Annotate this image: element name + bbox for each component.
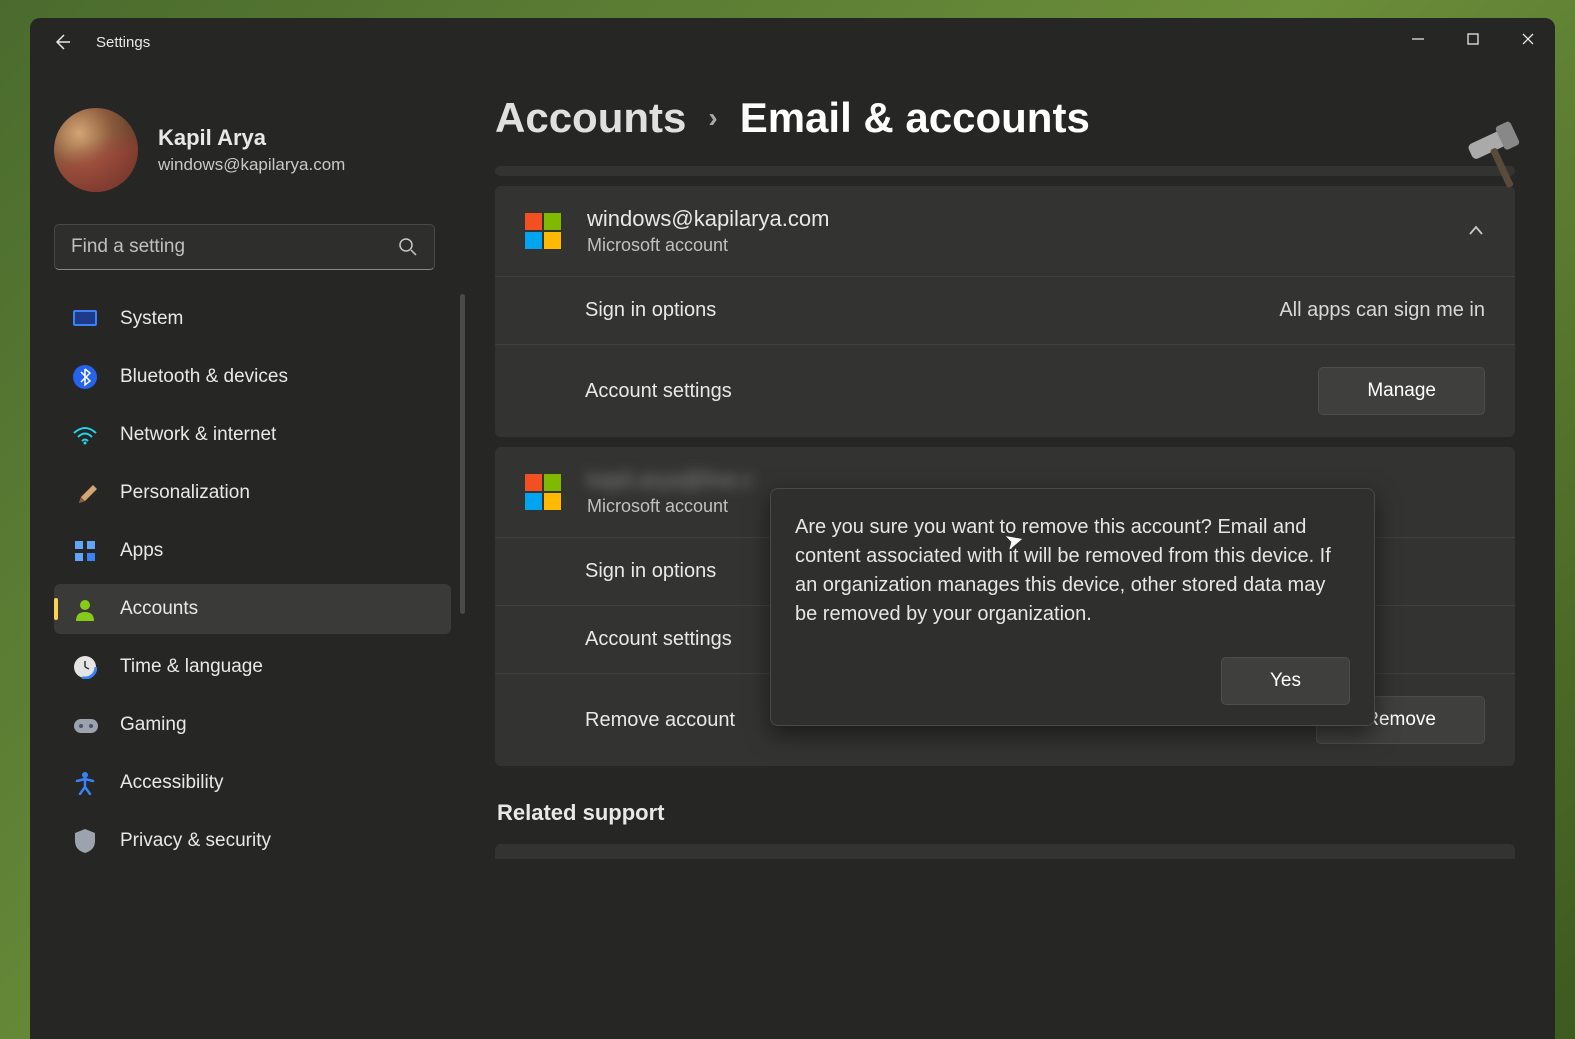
row-label: Sign in options [585, 560, 716, 583]
accessibility-icon [72, 770, 98, 796]
window-controls [1390, 18, 1555, 60]
nav-item-system[interactable]: System [54, 294, 451, 344]
nav-item-personalization[interactable]: Personalization [54, 468, 451, 518]
account-header[interactable]: windows@kapilarya.com Microsoft account [495, 186, 1515, 276]
nav-item-accessibility[interactable]: Accessibility [54, 758, 451, 808]
back-button[interactable] [42, 22, 82, 62]
microsoft-logo-icon [525, 474, 561, 510]
settings-window: Settings Kapil Arya windows@kapilarya.co… [30, 18, 1555, 1039]
row-label: Remove account [585, 709, 735, 732]
nav-item-apps[interactable]: Apps [54, 526, 451, 576]
popup-message: Are you sure you want to remove this acc… [795, 513, 1350, 629]
wifi-icon [72, 422, 98, 448]
nav-item-accounts[interactable]: Accounts [54, 584, 451, 634]
nav-label: Accounts [120, 598, 198, 620]
account-card-1: windows@kapilarya.com Microsoft account … [495, 186, 1515, 437]
yes-button[interactable]: Yes [1221, 657, 1350, 705]
nav-label: Accessibility [120, 772, 223, 794]
manage-button[interactable]: Manage [1318, 367, 1485, 415]
nav-label: Personalization [120, 482, 250, 504]
sidebar: Kapil Arya windows@kapilarya.com System … [30, 66, 465, 1039]
microsoft-logo-icon [525, 213, 561, 249]
nav-label: Time & language [120, 656, 263, 678]
profile-email: windows@kapilarya.com [158, 155, 345, 175]
row-label: Account settings [585, 628, 732, 651]
nav-label: Bluetooth & devices [120, 366, 288, 388]
confirm-remove-popup: Are you sure you want to remove this acc… [770, 488, 1375, 726]
profile-name: Kapil Arya [158, 125, 345, 151]
bluetooth-icon [72, 364, 98, 390]
breadcrumb-current: Email & accounts [740, 94, 1090, 142]
row-label: Account settings [585, 380, 732, 403]
maximize-icon [1467, 33, 1479, 45]
nav-item-gaming[interactable]: Gaming [54, 700, 451, 750]
search-input[interactable] [71, 236, 398, 258]
minimize-icon [1412, 33, 1424, 45]
close-icon [1522, 33, 1534, 45]
system-icon [72, 306, 98, 332]
row-label: Sign in options [585, 299, 716, 322]
profile-block[interactable]: Kapil Arya windows@kapilarya.com [54, 84, 465, 216]
breadcrumb-parent[interactable]: Accounts [495, 94, 686, 142]
search-icon [398, 237, 418, 257]
back-arrow-icon [52, 32, 72, 52]
shield-icon [72, 828, 98, 854]
nav-item-bluetooth[interactable]: Bluetooth & devices [54, 352, 451, 402]
nav-label: System [120, 308, 183, 330]
clock-icon [72, 654, 98, 680]
accounts-icon [72, 596, 98, 622]
avatar [54, 108, 138, 192]
nav-item-time[interactable]: Time & language [54, 642, 451, 692]
maximize-button[interactable] [1445, 18, 1500, 60]
minimize-button[interactable] [1390, 18, 1445, 60]
close-button[interactable] [1500, 18, 1555, 60]
nav-item-network[interactable]: Network & internet [54, 410, 451, 460]
nav-item-privacy[interactable]: Privacy & security [54, 816, 451, 866]
row-value: All apps can sign me in [1279, 299, 1485, 322]
breadcrumb: Accounts › Email & accounts [495, 94, 1515, 142]
brush-icon [72, 480, 98, 506]
nav-list: System Bluetooth & devices Network & int… [54, 294, 465, 1039]
chevron-right-icon: › [708, 102, 717, 134]
account-email-blurred: kapil.arya@live.c [587, 467, 754, 493]
app-title: Settings [96, 34, 150, 51]
related-support-title: Related support [497, 800, 1515, 826]
apps-icon [72, 538, 98, 564]
card-divider [495, 166, 1515, 176]
nav-label: Network & internet [120, 424, 276, 446]
account-type: Microsoft account [587, 235, 829, 256]
account-settings-row: Account settings Manage [495, 344, 1515, 437]
search-box[interactable] [54, 224, 435, 270]
account-type: Microsoft account [587, 496, 754, 517]
chevron-up-icon [1467, 222, 1485, 240]
nav-label: Gaming [120, 714, 187, 736]
related-card[interactable] [495, 844, 1515, 859]
gamepad-icon [72, 712, 98, 738]
nav-label: Privacy & security [120, 830, 271, 852]
account-email: windows@kapilarya.com [587, 206, 829, 232]
titlebar: Settings [30, 18, 1555, 66]
signin-options-row[interactable]: Sign in options All apps can sign me in [495, 276, 1515, 344]
nav-label: Apps [120, 540, 163, 562]
